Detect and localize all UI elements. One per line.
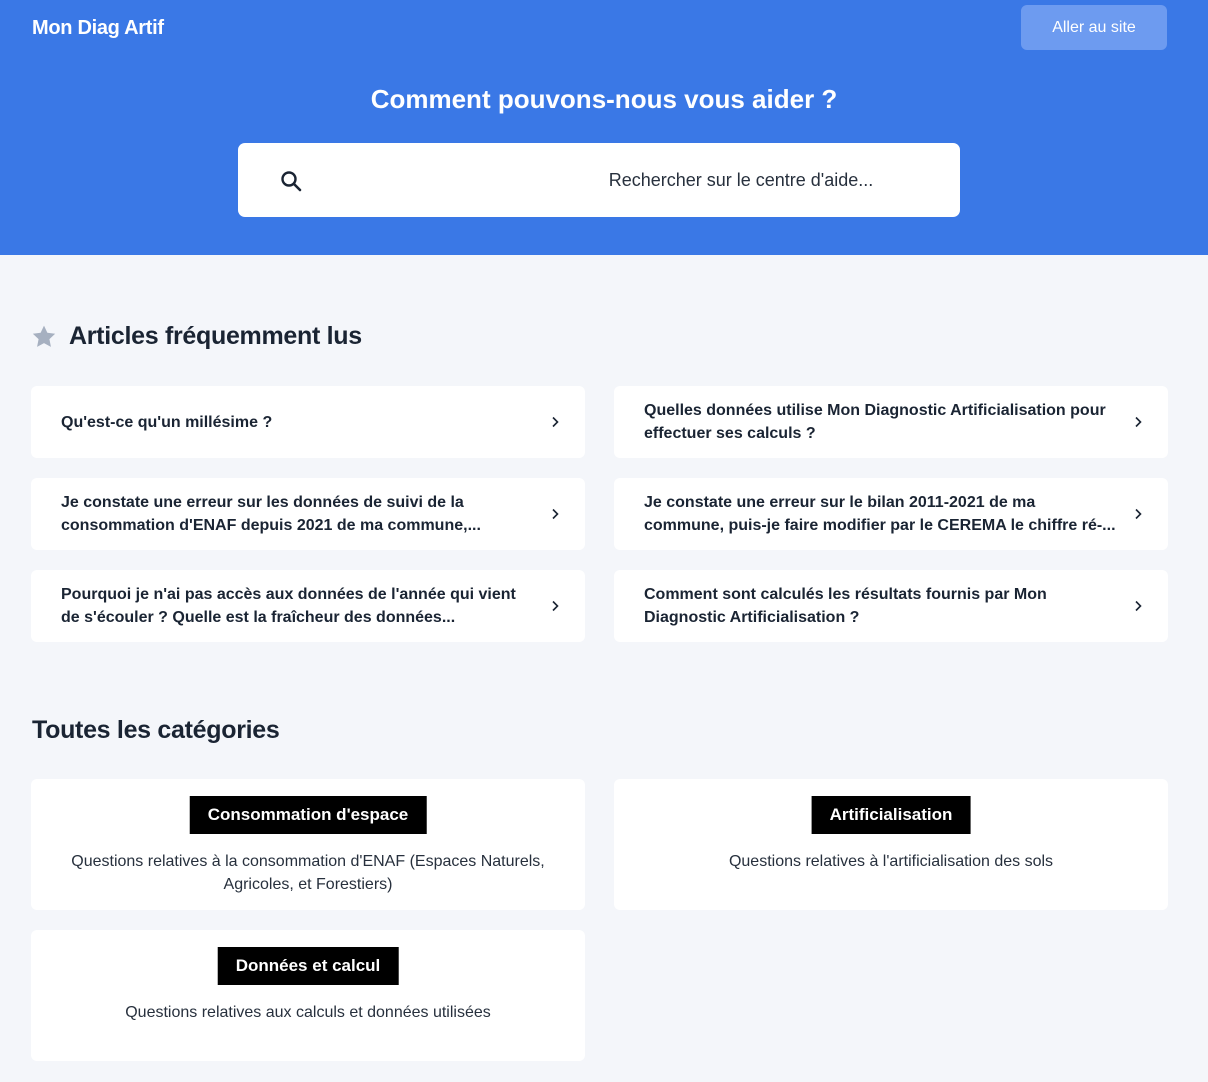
category-badge: Données et calcul bbox=[217, 947, 399, 985]
article-card[interactable]: Qu'est-ce qu'un millésime ? bbox=[31, 386, 585, 458]
article-title: Je constate une erreur sur les données d… bbox=[61, 494, 481, 534]
article-card[interactable]: Quelles données utilise Mon Diagnostic A… bbox=[614, 386, 1168, 458]
hero-title: Comment pouvons-nous vous aider ? bbox=[370, 84, 838, 114]
categories-title: Toutes les catégories bbox=[32, 716, 280, 744]
category-description: Questions relatives à l'artificialisatio… bbox=[728, 853, 1054, 870]
article-title: Quelles données utilise Mon Diagnostic A… bbox=[644, 402, 1106, 442]
chevron-right-icon bbox=[552, 508, 559, 520]
category-card[interactable]: Données et calcul Questions relatives au… bbox=[31, 930, 585, 1061]
category-description: Questions relatives aux calculs et donné… bbox=[125, 1004, 491, 1021]
article-title: Pourquoi je n'ai pas accès aux données d… bbox=[61, 586, 516, 626]
category-badge: Artificialisation bbox=[811, 796, 971, 834]
search-placeholder: Rechercher sur le centre d'aide... bbox=[608, 170, 874, 190]
article-card[interactable]: Je constate une erreur sur le bilan 2011… bbox=[614, 478, 1168, 550]
chevron-right-icon bbox=[552, 416, 559, 428]
chevron-right-icon bbox=[1135, 416, 1142, 428]
article-card[interactable]: Je constate une erreur sur les données d… bbox=[31, 478, 585, 550]
category-card[interactable]: Consommation d'espace Questions relative… bbox=[31, 779, 585, 910]
article-card[interactable]: Pourquoi je n'ai pas accès aux données d… bbox=[31, 570, 585, 642]
chevron-right-icon bbox=[1135, 508, 1142, 520]
header-banner: Mon Diag Artif Aller au site Comment pou… bbox=[0, 0, 1208, 255]
brand-logo-text[interactable]: Mon Diag Artif bbox=[32, 17, 164, 40]
article-card[interactable]: Comment sont calculés les résultats four… bbox=[614, 570, 1168, 642]
go-to-site-button[interactable]: Aller au site bbox=[1021, 5, 1167, 50]
category-card[interactable]: Artificialisation Questions relatives à … bbox=[614, 779, 1168, 910]
chevron-right-icon bbox=[552, 600, 559, 612]
article-title: Comment sont calculés les résultats four… bbox=[644, 586, 1047, 626]
category-badge: Consommation d'espace bbox=[189, 796, 427, 834]
article-title: Je constate une erreur sur le bilan 2011… bbox=[644, 494, 1116, 534]
category-description: Questions relatives à la consommation d'… bbox=[71, 853, 545, 893]
chevron-right-icon bbox=[1135, 600, 1142, 612]
popular-articles-title: Articles fréquemment lus bbox=[69, 322, 362, 350]
star-icon bbox=[32, 325, 56, 347]
article-title: Qu'est-ce qu'un millésime ? bbox=[61, 413, 273, 431]
